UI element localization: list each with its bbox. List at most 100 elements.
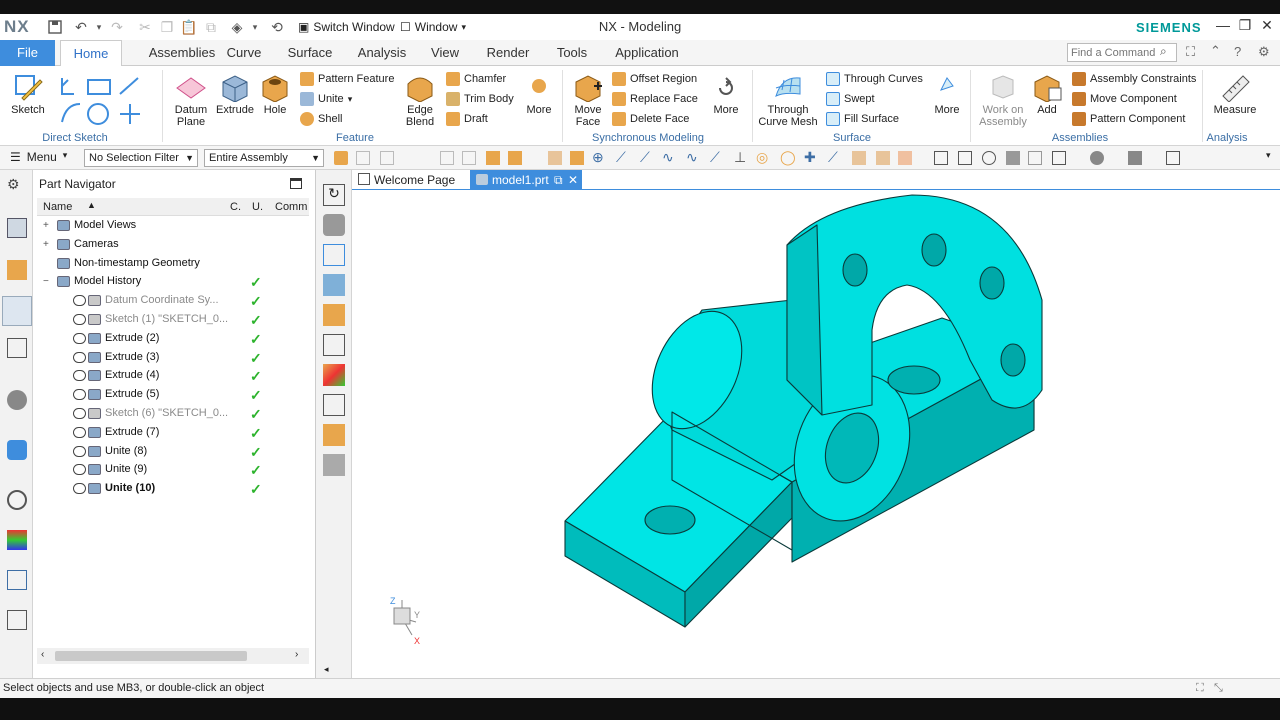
history-clock-icon[interactable] [7,490,27,510]
tree-row[interactable]: Unite (10) ✓ [37,479,309,498]
filter-icon[interactable] [380,151,394,165]
graphics-window[interactable]: Z Y X [352,190,1280,678]
snap-face-icon[interactable] [852,151,866,165]
refresh-icon[interactable]: ↻ [323,184,345,206]
delete-face-button[interactable]: Delete Face [612,110,689,128]
collapse-icon[interactable]: − [43,276,49,287]
selection-icon[interactable]: ⛶ [1196,679,1204,697]
curve-snap-icon[interactable]: ∿ [662,149,674,166]
snap-plane-icon[interactable] [898,151,912,165]
tree-row[interactable]: Extrude (5) ✓ [37,385,309,404]
repeat-icon[interactable]: ⧉ [202,18,220,36]
control-point-icon[interactable]: ⟋ [710,149,720,166]
tab-view[interactable]: View [425,40,465,66]
part-navigator-icon[interactable] [2,296,32,326]
visibility-eye-icon[interactable] [73,351,86,363]
new-part-icon[interactable] [323,334,345,356]
surface-more-button[interactable]: More [930,72,964,116]
edge-blend-button[interactable]: Edge Blend [398,72,442,128]
tree-row[interactable]: Datum Coordinate Sy... ✓ [37,291,309,310]
extrude-button[interactable]: Extrude [214,72,256,116]
tab-welcome-page[interactable]: Welcome Page [352,170,468,190]
help-icon[interactable]: ? [1234,44,1241,59]
visibility-eye-icon[interactable] [73,389,86,401]
true-shading-icon[interactable] [323,454,345,476]
toolbar-options-chevron-icon[interactable]: ▾ [1266,150,1271,161]
redo-icon[interactable]: ↷ [108,18,126,36]
arc-center-snap-icon[interactable]: ◎ [756,149,768,166]
close-tab-icon[interactable]: ✕ [568,170,578,190]
tree-row[interactable]: + Model Views [37,216,309,235]
sketch-button[interactable]: Sketch [6,72,50,116]
zoom-icon[interactable] [958,151,972,165]
select-face-icon[interactable] [486,151,500,165]
measure-button[interactable]: Measure [1210,72,1260,116]
visibility-eye-icon[interactable] [73,483,86,495]
save-view-icon[interactable] [323,394,345,416]
crosshair-icon[interactable]: ⊕ [592,149,604,166]
window-menu-button[interactable]: ☐ Window ▾ [400,17,466,37]
undo-icon[interactable]: ↶ [72,18,90,36]
through-curve-mesh-button[interactable]: Through Curve Mesh [756,72,820,128]
settings-gear-icon[interactable]: ⚙ [1258,44,1270,60]
fit-view-icon[interactable] [934,151,948,165]
assembly-navigator-icon[interactable] [7,218,27,238]
tab-surface[interactable]: Surface [280,40,340,66]
sketch-curve-gallery[interactable] [58,74,148,126]
fill-surface-button[interactable]: Fill Surface [826,110,899,128]
visibility-eye-icon[interactable] [73,445,86,457]
tab-model1-prt[interactable]: model1.prt ⧉ ✕ [470,170,582,190]
wireframe-view-icon[interactable] [1028,151,1042,165]
tab-curve[interactable]: Curve [218,40,270,66]
move-component-button[interactable]: Move Component [1072,90,1177,108]
midpoint-snap-icon[interactable]: ∿ [686,149,698,166]
endpoint-snap-icon[interactable]: ⟋ [640,149,650,166]
save-icon[interactable] [46,18,64,36]
add-component-button[interactable]: Add [1030,72,1064,116]
scroll-right-icon[interactable]: › [295,649,298,660]
fullscreen-icon[interactable]: ⛶ [1186,44,1195,60]
switch-window-button[interactable]: ▣ Switch Window [298,17,395,37]
pillow-block-model[interactable]: Z Y X [352,190,1280,678]
copy-icon[interactable]: ❐ [158,18,176,36]
constraint-navigator-icon[interactable] [7,260,27,280]
minimize-button[interactable]: — [1212,17,1234,37]
point-on-surface-icon[interactable]: ⟋ [828,149,838,166]
tab-application[interactable]: Application [610,40,684,66]
tree-row[interactable]: Extrude (3) ✓ [37,348,309,367]
tab-analysis[interactable]: Analysis [352,40,412,66]
face-analysis-icon[interactable] [323,364,345,386]
view-orient-icon[interactable]: ◈ [228,18,246,36]
hole-button[interactable]: Hole [256,72,294,116]
select-sheet-icon[interactable] [570,151,584,165]
type-filter-icon[interactable] [334,151,348,165]
trim-body-button[interactable]: Trim Body [446,90,514,108]
process-studio-icon[interactable] [7,570,27,590]
quadrant-snap-icon[interactable]: ◯ [780,149,796,166]
tree-row[interactable]: − Model History ✓ [37,272,309,291]
point-on-curve-icon[interactable]: ✚ [804,149,816,166]
fullscreen-toggle-icon[interactable]: ⤡ [1214,679,1223,697]
tree-row[interactable]: Extrude (4) ✓ [37,366,309,385]
system-materials-icon[interactable] [7,530,27,550]
tree-row[interactable]: Unite (9) ✓ [37,460,309,479]
expand-strip-icon[interactable]: ◂ [324,664,329,675]
select-edge-icon[interactable] [508,151,522,165]
pattern-feature-button[interactable]: Pattern Feature [300,70,394,88]
filter-reset-icon[interactable] [356,151,370,165]
section-view-icon[interactable] [323,424,345,446]
hd3d-tools-icon[interactable] [7,390,27,410]
restore-button[interactable]: ❐ [1234,17,1256,37]
tree-row[interactable]: Non-timestamp Geometry [37,254,309,273]
visibility-eye-icon[interactable] [73,426,86,438]
snap-edge-icon[interactable] [876,151,890,165]
undo-dropdown-icon[interactable]: ▾ [90,18,108,36]
column-current[interactable]: C. [230,201,241,213]
select-solid-icon[interactable] [548,151,562,165]
wireframe-icon[interactable] [323,244,345,266]
assembly-constraints-button[interactable]: Assembly Constraints [1072,70,1196,88]
visibility-eye-icon[interactable] [73,314,86,325]
select-feature-icon[interactable] [440,151,454,165]
visibility-eye-icon[interactable] [73,332,86,344]
unite-button[interactable]: Unite ▾ [300,90,352,108]
